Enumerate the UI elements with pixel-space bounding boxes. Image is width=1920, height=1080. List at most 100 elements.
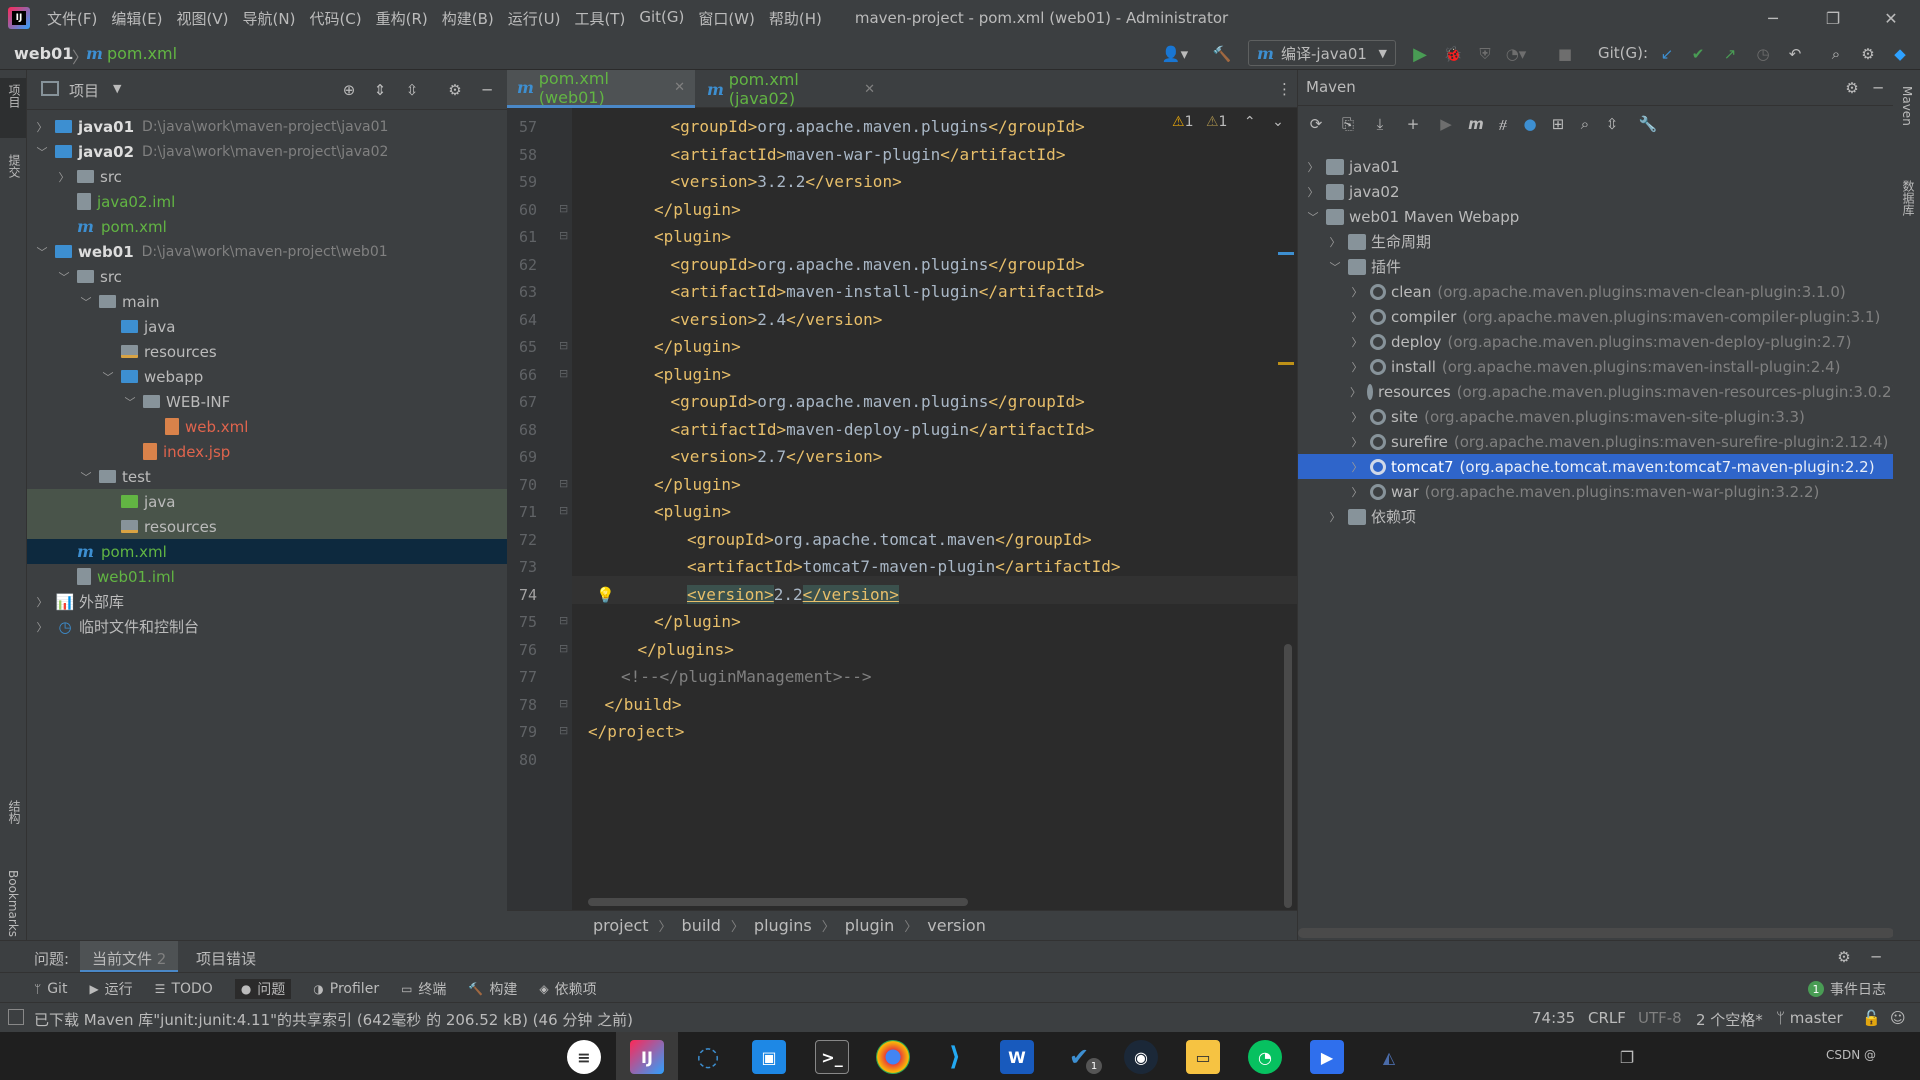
- maven-tree-item[interactable]: 〉 war (org.apache.maven.plugins:maven-war-…: [1298, 479, 1894, 504]
- generate-sources-icon[interactable]: ⎘: [1338, 114, 1358, 134]
- maven-tree-item[interactable]: 〉 install (org.apache.maven.plugins:maven-…: [1298, 354, 1894, 379]
- stripe-bookmarks[interactable]: Bookmarks: [6, 870, 20, 937]
- show-dependencies-icon[interactable]: ⊞: [1548, 114, 1568, 134]
- close-tab-icon[interactable]: ✕: [674, 80, 685, 95]
- breadcrumb-item[interactable]: build: [682, 916, 721, 935]
- hide-panel-icon[interactable]: ─: [1866, 947, 1886, 967]
- toggle-tool-windows-icon[interactable]: [8, 1009, 24, 1025]
- stripe-commit[interactable]: 提交: [6, 154, 23, 178]
- restore-icon[interactable]: ❐: [1804, 0, 1862, 36]
- file-explorer-app-icon[interactable]: ▭: [1186, 1040, 1220, 1074]
- fold-marker-icon[interactable]: ⊟: [559, 339, 568, 352]
- project-tree-item[interactable]: java: [27, 489, 507, 514]
- stripe-structure[interactable]: 结构: [6, 800, 23, 824]
- intention-bulb-icon[interactable]: 💡: [596, 586, 615, 604]
- fold-marker-icon[interactable]: ⊟: [559, 642, 568, 655]
- add-icon[interactable]: +: [1403, 114, 1423, 134]
- panel-settings-icon[interactable]: ⚙: [1834, 947, 1854, 967]
- expand-chevron-icon[interactable]: 〉: [35, 594, 49, 610]
- reload-icon[interactable]: ⟳: [1306, 114, 1326, 134]
- event-log-button[interactable]: 1 事件日志: [1808, 979, 1886, 999]
- project-tree-item[interactable]: 〉 src: [27, 164, 507, 189]
- git-push-icon[interactable]: ↗: [1720, 44, 1740, 64]
- maven-tree-item[interactable]: 〉 java01: [1298, 154, 1894, 179]
- expand-chevron-icon[interactable]: 〉: [1350, 359, 1364, 375]
- download-icon[interactable]: ⤓: [1370, 114, 1390, 134]
- menu-item[interactable]: 帮助(H): [762, 8, 829, 29]
- expand-all-icon[interactable]: ⇕: [370, 80, 390, 100]
- maven-tree-item[interactable]: 〉 生命周期: [1298, 229, 1894, 254]
- project-tree-item[interactable]: ﹀ webapp: [27, 364, 507, 389]
- user-icon[interactable]: 👤▾: [1160, 44, 1190, 64]
- debug-icon[interactable]: 🐞: [1443, 44, 1463, 64]
- project-tree-item[interactable]: ﹀ main: [27, 289, 507, 314]
- fold-marker-icon[interactable]: ⊟: [559, 202, 568, 215]
- maven-tree-item[interactable]: ﹀ web01 Maven Webapp: [1298, 204, 1894, 229]
- collapse-all-icon[interactable]: ⇳: [402, 80, 422, 100]
- steam-app-icon[interactable]: ◉: [1124, 1040, 1158, 1074]
- maven-tree-item[interactable]: 〉 java02: [1298, 179, 1894, 204]
- menu-item[interactable]: 运行(U): [501, 8, 568, 29]
- file-encoding[interactable]: UTF-8: [1638, 1009, 1682, 1027]
- maven-tree-item[interactable]: 〉 依赖项: [1298, 504, 1894, 529]
- expand-chevron-icon[interactable]: 〉: [1350, 409, 1364, 425]
- expand-chevron-icon[interactable]: 〉: [1328, 234, 1342, 250]
- expand-chevron-icon[interactable]: 〉: [1350, 334, 1364, 350]
- expand-chevron-icon[interactable]: 〉: [35, 619, 49, 635]
- tool-window-problems[interactable]: ● 问题: [234, 979, 292, 999]
- next-highlight-icon[interactable]: ⌄: [1272, 114, 1284, 130]
- expand-chevron-icon[interactable]: 〉: [1306, 159, 1320, 175]
- panel-settings-icon[interactable]: ⚙: [1842, 78, 1862, 98]
- expanded-chevron-icon[interactable]: ﹀: [1306, 209, 1320, 225]
- run-icon[interactable]: ▶: [1410, 44, 1430, 65]
- chevron-down-icon[interactable]: ▼: [113, 82, 121, 95]
- tool-window-build[interactable]: 🔨 构建: [468, 979, 517, 999]
- expand-chevron-icon[interactable]: ﹀: [79, 294, 93, 310]
- expand-chevron-icon[interactable]: 〉: [1328, 509, 1342, 525]
- inspector-icon[interactable]: ☺: [1890, 1009, 1906, 1027]
- vertical-scrollbar[interactable]: [1284, 644, 1292, 908]
- history-icon[interactable]: ◷: [1753, 44, 1773, 64]
- status-message[interactable]: 已下载 Maven 库"junit:junit:4.11"的共享索引 (642毫…: [34, 1009, 633, 1030]
- chrome-app-icon[interactable]: [876, 1040, 910, 1074]
- desktop-icon[interactable]: ❐: [1610, 1040, 1644, 1074]
- tool-window-git[interactable]: ᛘ Git: [34, 979, 67, 999]
- wrench-icon[interactable]: 🔧: [1638, 114, 1658, 134]
- git-update-icon[interactable]: ↙: [1657, 44, 1677, 64]
- toolbox-icon[interactable]: ◆: [1890, 44, 1910, 64]
- fold-marker-icon[interactable]: ⊟: [559, 614, 568, 627]
- run-icon[interactable]: ▶: [1436, 114, 1456, 134]
- tab-pom-java02[interactable]: m pom.xml (java02) ✕: [697, 70, 885, 108]
- minimize-icon[interactable]: ─: [1744, 0, 1802, 36]
- menu-item[interactable]: 构建(B): [435, 8, 501, 29]
- nav-module[interactable]: web01: [14, 44, 73, 63]
- intellij-app-icon[interactable]: IJ: [630, 1040, 664, 1074]
- menu-item[interactable]: 重构(R): [369, 8, 435, 29]
- expand-chevron-icon[interactable]: ﹀: [79, 469, 93, 485]
- rollback-icon[interactable]: ↶: [1785, 44, 1805, 64]
- menu-item[interactable]: 文件(F): [40, 8, 104, 29]
- maven-tree-item[interactable]: 〉 site (org.apache.maven.plugins:maven-sit…: [1298, 404, 1894, 429]
- menu-item[interactable]: 编辑(E): [104, 8, 169, 29]
- project-tree-item[interactable]: java: [27, 314, 507, 339]
- project-tree-item[interactable]: ﹀ web01 D:\java\work\maven-project\web01: [27, 239, 507, 264]
- breadcrumb-item[interactable]: plugins: [754, 916, 812, 935]
- expand-chevron-icon[interactable]: 〉: [35, 119, 49, 135]
- git-branch[interactable]: ᛘ master: [1776, 1009, 1843, 1027]
- profile-icon[interactable]: ◔▾: [1506, 44, 1527, 64]
- project-tree-item[interactable]: 〉 📊 外部库: [27, 589, 507, 614]
- project-tree-item[interactable]: resources: [27, 514, 507, 539]
- expand-chevron-icon[interactable]: 〉: [57, 169, 71, 185]
- run-config-select[interactable]: m 编译-java01 ▼: [1248, 40, 1396, 66]
- expand-chevron-icon[interactable]: ﹀: [35, 244, 49, 260]
- menu-item[interactable]: Git(G): [632, 8, 691, 29]
- locate-icon[interactable]: ⊕: [339, 80, 359, 100]
- expand-chevron-icon[interactable]: 〉: [1350, 484, 1364, 500]
- project-view-title[interactable]: 项目: [69, 80, 99, 101]
- expand-chevron-icon[interactable]: 〉: [1306, 184, 1320, 200]
- more-tabs-icon[interactable]: ⋮: [1277, 80, 1292, 98]
- expanded-chevron-icon[interactable]: ﹀: [1328, 259, 1342, 275]
- tab-project-errors[interactable]: 项目错误: [196, 948, 256, 969]
- menu-item[interactable]: 视图(V): [170, 8, 236, 29]
- stripe-project[interactable]: 项目: [6, 84, 23, 108]
